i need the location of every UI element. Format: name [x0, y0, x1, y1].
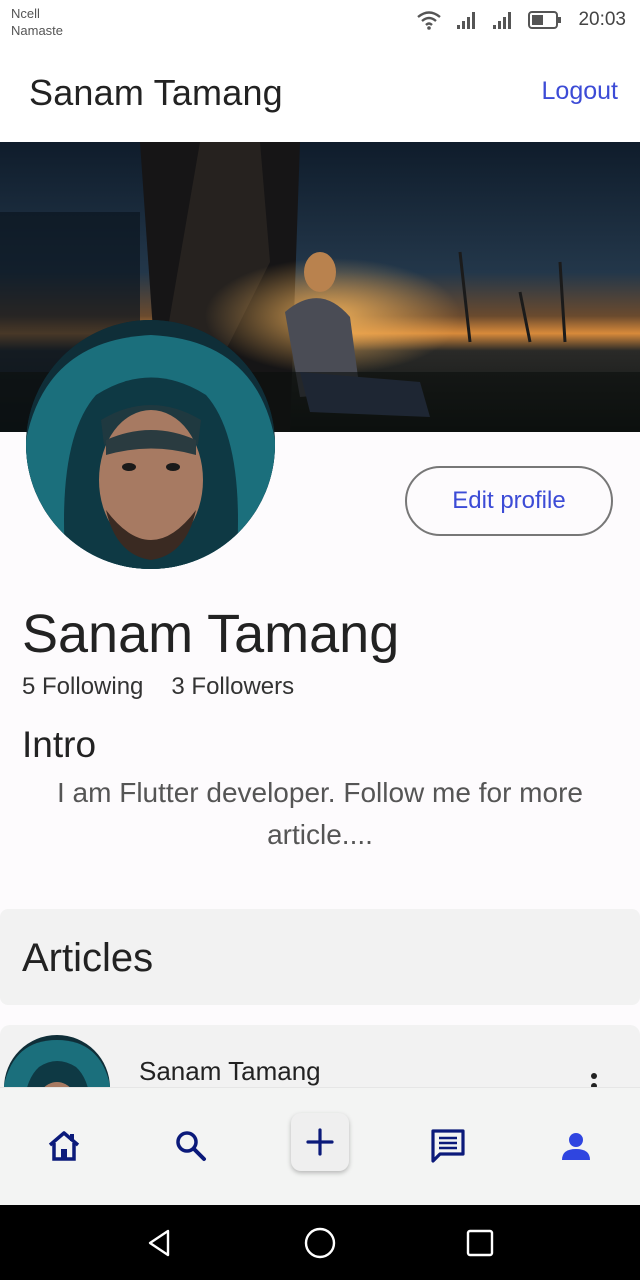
carrier-label: Ncell Namaste — [11, 5, 63, 39]
intro-text: I am Flutter developer. Follow me for mo… — [57, 777, 583, 850]
profile-name: Sanam Tamang — [22, 604, 400, 664]
status-time: 20:03 — [578, 9, 626, 30]
signal-icon — [456, 10, 478, 30]
add-icon[interactable] — [291, 1113, 349, 1171]
bottom-navigation — [0, 1087, 640, 1205]
profile-avatar[interactable] — [26, 320, 275, 569]
app-title: Sanam Tamang — [29, 72, 283, 113]
logout-button[interactable]: Logout — [542, 77, 618, 106]
follow-stats: 5 Following 3 Followers — [22, 673, 294, 701]
edit-profile-button[interactable]: Edit profile — [405, 466, 613, 536]
followers-count[interactable]: 3 Followers — [171, 673, 294, 701]
person-icon[interactable] — [548, 1118, 604, 1174]
following-count[interactable]: 5 Following — [22, 673, 143, 701]
article-author-name: Sanam Tamang — [139, 1056, 321, 1086]
app-bar: Sanam Tamang Logout — [0, 44, 640, 142]
articles-section-header: Articles — [0, 909, 640, 1005]
carrier-name: Ncell — [11, 6, 40, 21]
search-icon[interactable] — [163, 1118, 219, 1174]
recents-icon[interactable] — [460, 1223, 500, 1263]
home-circle-icon[interactable] — [300, 1223, 340, 1263]
battery-icon — [528, 11, 562, 29]
carrier-subtitle: Namaste — [11, 23, 64, 38]
back-icon[interactable] — [140, 1223, 180, 1263]
wifi-icon — [416, 10, 442, 30]
status-bar: Ncell Namaste 20:03 — [0, 0, 640, 44]
system-navigation-bar — [0, 1205, 640, 1280]
home-icon[interactable] — [36, 1118, 92, 1174]
chat-icon[interactable] — [420, 1118, 476, 1174]
signal-icon-2 — [492, 10, 514, 30]
articles-heading: Articles — [22, 936, 154, 980]
intro-heading: Intro — [22, 724, 97, 765]
